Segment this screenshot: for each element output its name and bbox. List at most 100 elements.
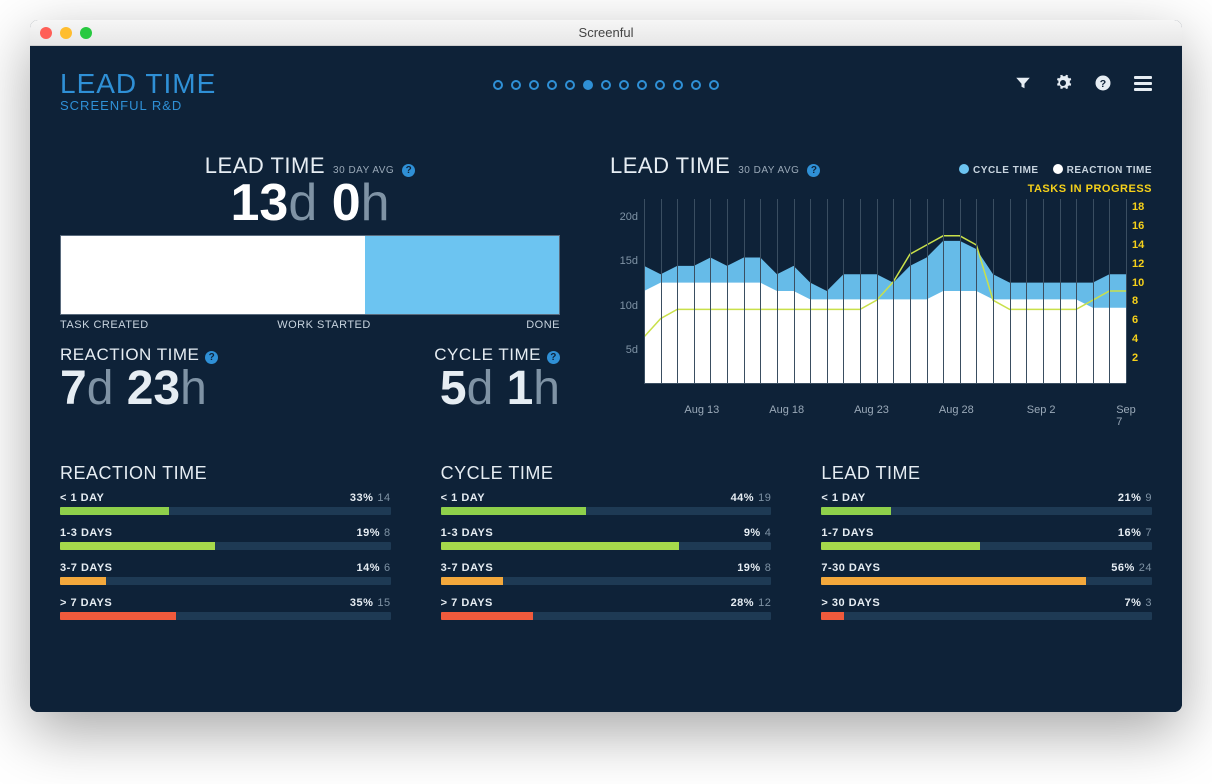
gridline [1010, 199, 1011, 383]
pager-dot[interactable] [691, 80, 701, 90]
bucket-count: 12 [758, 597, 771, 609]
bucket-bar [821, 542, 980, 550]
gridline [860, 199, 861, 383]
page-title: LEAD TIME [60, 68, 216, 100]
gridline [960, 199, 961, 383]
y-tick: 15d [610, 255, 638, 267]
bucket-label: < 1 DAY [441, 492, 485, 504]
app-window: Screenful LEAD TIME SCREENFUL R&D ? LEAD… [30, 20, 1182, 712]
pager-dot[interactable] [619, 80, 629, 90]
gridline [810, 199, 811, 383]
bucket-pct: 9% [744, 527, 761, 539]
bucket-bar [60, 612, 176, 620]
gear-icon[interactable] [1054, 74, 1072, 92]
bucket-count: 9 [1145, 492, 1152, 504]
chart-title: LEAD TIME [610, 153, 730, 179]
pager-dot[interactable] [673, 80, 683, 90]
bucket-count: 7 [1145, 527, 1152, 539]
chart-subtitle: 30 DAY AVG [738, 165, 799, 176]
page-indicator[interactable] [493, 80, 719, 90]
gridline [777, 199, 778, 383]
bucket-pct: 56% [1111, 562, 1135, 574]
bucket-pct: 19% [357, 527, 381, 539]
bucket-count: 24 [1139, 562, 1152, 574]
bucket-pct: 44% [731, 492, 755, 504]
help-icon[interactable]: ? [1094, 74, 1112, 92]
y2-tick: 18 [1132, 201, 1152, 213]
pager-dot[interactable] [547, 80, 557, 90]
bucket-label: 3-7 DAYS [441, 562, 494, 574]
bucket-label: > 7 DAYS [441, 597, 493, 609]
distribution-row: < 1 DAY44%19 [441, 492, 772, 515]
gridline [893, 199, 894, 383]
bucket-bar [60, 577, 106, 585]
filter-icon[interactable] [1014, 74, 1032, 92]
x-tick: Aug 23 [854, 404, 889, 416]
y2-tick: 16 [1132, 220, 1152, 232]
pager-dot[interactable] [529, 80, 539, 90]
bucket-count: 4 [765, 527, 772, 539]
bucket-pct: 35% [350, 597, 374, 609]
bucket-label: < 1 DAY [60, 492, 104, 504]
y2-tick: 14 [1132, 239, 1152, 251]
pager-dot[interactable] [601, 80, 611, 90]
distribution-title: LEAD TIME [821, 463, 1152, 484]
distribution-title: CYCLE TIME [441, 463, 772, 484]
distribution-column: LEAD TIME< 1 DAY21%91-7 DAYS16%77-30 DAY… [821, 463, 1152, 632]
distribution-row: > 7 DAYS28%12 [441, 597, 772, 620]
bucket-count: 6 [384, 562, 391, 574]
y-tick: 20d [610, 211, 638, 223]
distribution-row: < 1 DAY33%14 [60, 492, 391, 515]
distribution-row: > 30 DAYS 7% 3 [821, 597, 1152, 620]
gridline [993, 199, 994, 383]
gridline [976, 199, 977, 383]
tasks-in-progress-label: TASKS IN PROGRESS [610, 183, 1152, 195]
gridline [794, 199, 795, 383]
y2-tick: 8 [1132, 295, 1152, 307]
pager-dot[interactable] [583, 80, 593, 90]
bucket-pct: 16% [1118, 527, 1142, 539]
page-subtitle: SCREENFUL R&D [60, 98, 216, 113]
lead-time-bar [60, 235, 560, 315]
bucket-label: > 7 DAYS [60, 597, 112, 609]
bucket-count: 3 [1145, 597, 1152, 609]
gridline [943, 199, 944, 383]
dashboard: LEAD TIME SCREENFUL R&D ? LEAD TIME 30 D… [30, 46, 1182, 712]
menu-icon[interactable] [1134, 76, 1152, 91]
gridline [1109, 199, 1110, 383]
lead-time-value: 13d 0h [60, 177, 560, 229]
help-icon[interactable]: ? [205, 351, 218, 364]
y-tick: 10d [610, 300, 638, 312]
bucket-label: > 30 DAYS [821, 597, 880, 609]
pager-dot[interactable] [493, 80, 503, 90]
lead-time-chart: 20d15d10d5d 18161412108642 Aug 13Aug 18A… [610, 199, 1152, 384]
bucket-bar [821, 507, 890, 515]
reaction-time-value: 7d 23h [60, 365, 218, 413]
bucket-count: 8 [384, 527, 391, 539]
distribution-row: 1-3 DAYS19%8 [60, 527, 391, 550]
titlebar: Screenful [30, 20, 1182, 46]
gridline [744, 199, 745, 383]
pager-dot[interactable] [637, 80, 647, 90]
pager-dot[interactable] [709, 80, 719, 90]
bucket-label: 1-7 DAYS [821, 527, 874, 539]
gridline [1076, 199, 1077, 383]
pager-dot[interactable] [565, 80, 575, 90]
bucket-pct: 19% [737, 562, 761, 574]
pager-dot[interactable] [655, 80, 665, 90]
help-icon[interactable]: ? [807, 164, 820, 177]
x-tick: Aug 28 [939, 404, 974, 416]
help-icon[interactable]: ? [402, 164, 415, 177]
bucket-count: 15 [377, 597, 390, 609]
pager-dot[interactable] [511, 80, 521, 90]
distribution-row: 3-7 DAYS14%6 [60, 562, 391, 585]
bucket-bar [60, 507, 169, 515]
gridline [877, 199, 878, 383]
bucket-bar [441, 577, 504, 585]
bucket-bar [441, 612, 534, 620]
bucket-count: 14 [377, 492, 390, 504]
bucket-pct: 21% [1118, 492, 1142, 504]
gridline [710, 199, 711, 383]
bucket-bar [821, 612, 844, 620]
bucket-pct: 7% [1124, 597, 1141, 609]
